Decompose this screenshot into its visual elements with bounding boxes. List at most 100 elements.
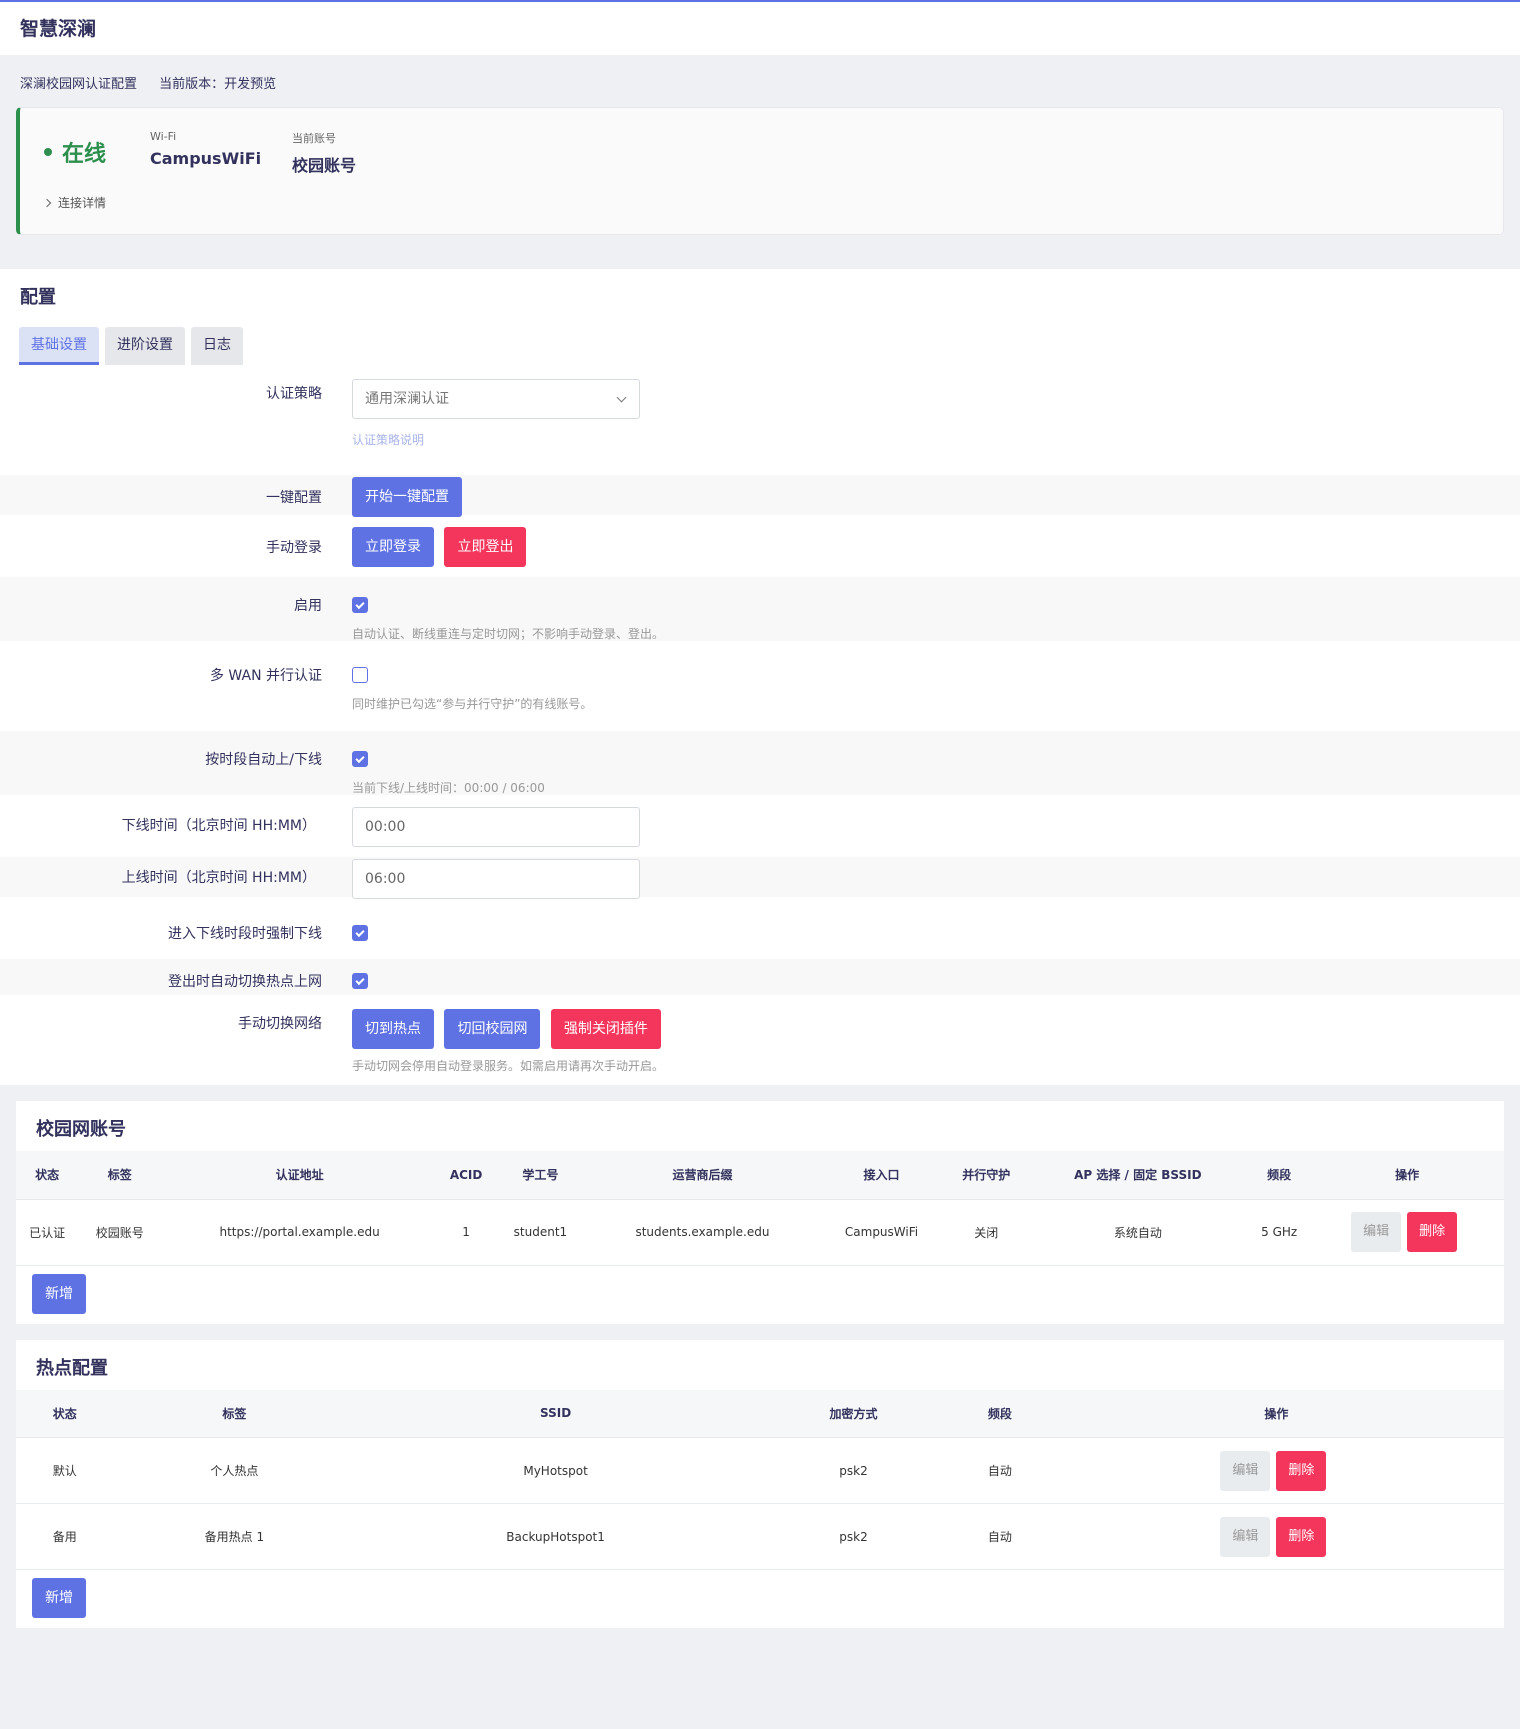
switch-campus-button[interactable]: 切回校园网 [444, 1009, 541, 1049]
tab-log[interactable]: 日志 [191, 327, 243, 365]
col-parallel: 并行守护 [944, 1151, 1028, 1200]
page-name: 深澜校园网认证配置 [20, 77, 138, 92]
connection-detail-toggle[interactable]: 连接详情 [42, 194, 107, 211]
cell-encryption: psk2 [755, 1503, 952, 1570]
hotspots-panel: 热点配置 状态 标签 SSID 加密方式 频段 操作 默认 个人热点 MyHot… [16, 1339, 1504, 1628]
row-offline-time: 下线时间（北京时间 HH:MM） 00:00 [0, 795, 1520, 857]
tab-advanced[interactable]: 进阶设置 [105, 327, 185, 365]
status-card: 在线 Wi-Fi CampusWiFi 当前账号 校园账号 连接详情 [16, 107, 1504, 235]
cell-actions: 编辑 删除 [1310, 1199, 1504, 1266]
multi-wan-label: 多 WAN 并行认证 [209, 668, 322, 684]
accounts-header-row: 状态 标签 认证地址 ACID 学工号 运营商后缀 接入口 并行守护 AP 选择… [16, 1151, 1504, 1200]
cell-status: 备用 [16, 1503, 114, 1570]
one-click-button[interactable]: 开始一键配置 [352, 477, 462, 517]
cell-ssid: MyHotspot [355, 1437, 756, 1504]
force-close-button[interactable]: 强制关闭插件 [550, 1009, 661, 1049]
online-label: 在线 [62, 142, 107, 167]
accounts-footer: 新增 [16, 1266, 1504, 1324]
col-actions: 操作 [1048, 1389, 1504, 1438]
cell-tag: 备用热点 1 [113, 1503, 356, 1570]
enable-hint: 自动认证、断线重连与定时切网；不影响手动登录、登出。 [352, 627, 665, 641]
multi-wan-hint: 同时维护已勾选“参与并行守护”的有线账号。 [352, 697, 593, 711]
cell-ssid: BackupHotspot1 [355, 1503, 756, 1570]
status-wrap: 在线 Wi-Fi CampusWiFi 当前账号 校园账号 连接详情 [0, 107, 1520, 257]
account-value: 校园账号 [292, 156, 357, 175]
chevron-right-icon [42, 198, 52, 207]
table-row: 备用 备用热点 1 BackupHotspot1 psk2 自动 编辑 删除 [16, 1503, 1504, 1570]
accounts-panel: 校园网账号 状态 标签 认证地址 ACID 学工号 运营商后缀 接入口 并行守护… [16, 1101, 1504, 1324]
auto-hotspot-checkbox[interactable] [352, 973, 368, 989]
auth-strategy-select[interactable]: 通用深澜认证 [352, 379, 640, 419]
delete-button[interactable]: 删除 [1276, 1516, 1327, 1557]
sub-header: 深澜校园网认证配置 当前版本：开发预览 [0, 55, 1520, 107]
edit-button[interactable]: 编辑 [1351, 1212, 1402, 1252]
hotspots-panel-wrap: 热点配置 状态 标签 SSID 加密方式 频段 操作 默认 个人热点 MyHot… [0, 1323, 1520, 1628]
hotspots-table: 状态 标签 SSID 加密方式 频段 操作 默认 个人热点 MyHotspot … [16, 1389, 1504, 1570]
one-click-label: 一键配置 [266, 490, 322, 506]
cell-tag: 个人热点 [113, 1437, 356, 1504]
table-row: 已认证 校园账号 https://portal.example.edu 1 st… [16, 1199, 1504, 1266]
auth-strategy-help-link[interactable]: 认证策略说明 [352, 431, 1520, 448]
online-dot-icon [44, 148, 52, 156]
edit-button[interactable]: 编辑 [1220, 1450, 1271, 1491]
col-auth-url: 认证地址 [161, 1151, 438, 1200]
multi-wan-checkbox[interactable] [352, 667, 368, 683]
manual-login-label: 手动登录 [266, 540, 322, 556]
col-tag: 标签 [113, 1389, 356, 1438]
auth-strategy-label: 认证策略 [266, 386, 322, 402]
col-status: 状态 [16, 1151, 79, 1200]
delete-button[interactable]: 删除 [1407, 1212, 1458, 1252]
cell-status: 已认证 [16, 1199, 79, 1266]
col-ap-select: AP 选择 / 固定 BSSID [1027, 1151, 1249, 1200]
row-manual-switch: 手动切换网络 切到热点 切回校园网 强制关闭插件 手动切网会停用自动登录服务。如… [0, 995, 1520, 1085]
page-root: 智慧深澜 深澜校园网认证配置 当前版本：开发预览 在线 Wi-Fi Campus… [0, 0, 1520, 1729]
logout-button[interactable]: 立即登出 [444, 527, 527, 567]
cell-actions: 编辑 删除 [1048, 1503, 1504, 1570]
cell-interface: CampusWiFi [818, 1199, 945, 1266]
schedule-checkbox[interactable] [352, 751, 368, 767]
hotspots-footer: 新增 [16, 1570, 1504, 1628]
hotspots-title: 热点配置 [36, 1357, 108, 1379]
offline-time-input[interactable]: 00:00 [352, 807, 640, 847]
col-tag: 标签 [78, 1151, 162, 1200]
row-auto-hotspot: 登出时自动切换热点上网 [0, 959, 1520, 995]
delete-button[interactable]: 删除 [1276, 1450, 1327, 1491]
manual-switch-hint: 手动切网会停用自动登录服务。如需启用请再次手动开启。 [352, 1059, 665, 1073]
force-offline-checkbox[interactable] [352, 925, 368, 941]
account-label: 当前账号 [292, 132, 336, 145]
row-manual-login: 手动登录 立即登录 立即登出 [0, 515, 1520, 577]
online-time-input[interactable]: 06:00 [352, 859, 640, 899]
online-status: 在线 [44, 136, 106, 168]
config-tabs: 基础设置 进阶设置 日志 [0, 325, 1520, 365]
connection-detail-label: 连接详情 [58, 196, 107, 210]
switch-hotspot-button[interactable]: 切到热点 [352, 1009, 434, 1049]
online-time-label: 上线时间（北京时间 HH:MM） [121, 870, 316, 886]
account-field: 当前账号 校园账号 [292, 130, 356, 176]
enable-checkbox[interactable] [352, 597, 368, 613]
cell-tag: 校园账号 [78, 1199, 162, 1266]
row-multi-wan: 多 WAN 并行认证 同时维护已勾选“参与并行守护”的有线账号。 [0, 641, 1520, 731]
col-isp-suffix: 运营商后缀 [586, 1151, 819, 1200]
config-section: 配置 基础设置 进阶设置 日志 认证策略 通用深澜认证 认证策略说明 一键配置 … [0, 269, 1520, 1085]
tab-basic[interactable]: 基础设置 [19, 327, 99, 365]
accounts-title: 校园网账号 [36, 1119, 126, 1140]
accounts-table: 状态 标签 认证地址 ACID 学工号 运营商后缀 接入口 并行守护 AP 选择… [16, 1151, 1504, 1266]
cell-ap-select: 系统自动 [1027, 1199, 1249, 1266]
cell-status: 默认 [16, 1437, 114, 1504]
col-encryption: 加密方式 [755, 1389, 952, 1438]
row-auth-strategy: 认证策略 通用深澜认证 认证策略说明 [0, 365, 1520, 475]
login-button[interactable]: 立即登录 [352, 527, 434, 567]
cell-auth-url: https://portal.example.edu [161, 1199, 438, 1266]
config-title: 配置 [20, 287, 56, 308]
cell-isp-suffix: students.example.edu [586, 1199, 819, 1266]
cell-band: 自动 [951, 1503, 1049, 1570]
edit-button[interactable]: 编辑 [1220, 1516, 1271, 1557]
add-account-button[interactable]: 新增 [32, 1273, 86, 1314]
add-hotspot-button[interactable]: 新增 [32, 1578, 86, 1618]
col-ssid: SSID [355, 1389, 756, 1438]
row-schedule: 按时段自动上/下线 当前下线/上线时间：00:00 / 06:00 [0, 731, 1520, 795]
force-offline-label: 进入下线时段时强制下线 [168, 926, 322, 942]
cell-encryption: psk2 [755, 1437, 952, 1504]
row-force-offline: 进入下线时段时强制下线 [0, 897, 1520, 959]
row-enable: 启用 自动认证、断线重连与定时切网；不影响手动登录、登出。 [0, 577, 1520, 641]
